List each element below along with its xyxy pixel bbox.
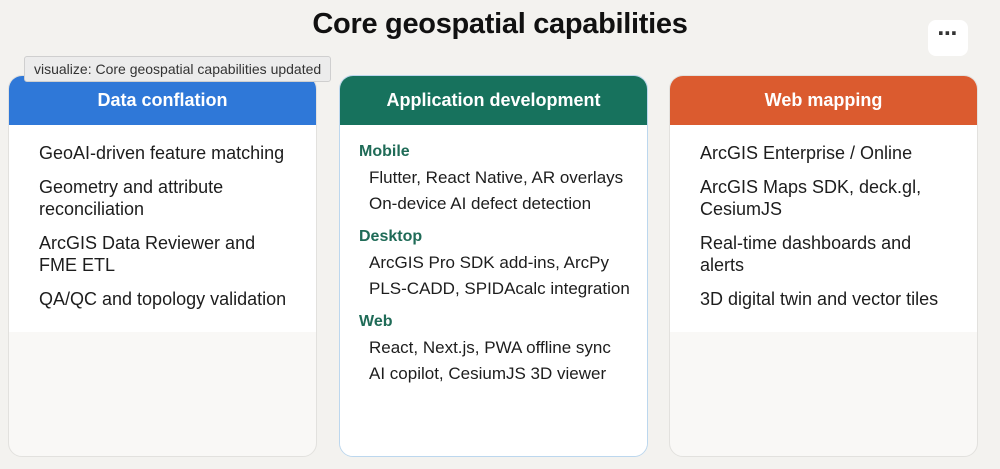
list-item: Flutter, React Native, AR overlays — [369, 168, 624, 187]
diagram-title: Core geospatial capabilities — [312, 8, 688, 40]
list-item: 3D digital twin and vector tiles — [700, 289, 939, 309]
section-label: Web — [359, 313, 393, 330]
list-item: Real-time dashboards and alerts — [700, 233, 912, 275]
section-desktop: Desktop ArcGIS Pro SDK add-ins, ArcPy PL… — [359, 228, 633, 299]
card-header: Data conflation — [9, 76, 316, 125]
section-mobile: Mobile Flutter, React Native, AR overlay… — [359, 143, 633, 214]
list-item: Geometry and attribute reconciliation — [39, 177, 224, 219]
card-body: GeoAI-driven feature matching Geometry a… — [9, 125, 316, 332]
section-label: Mobile — [359, 143, 410, 160]
card-data-conflation: Data conflation GeoAI-driven feature mat… — [8, 75, 317, 457]
section-web: Web React, Next.js, PWA offline sync AI … — [359, 313, 633, 384]
list-item: QA/QC and topology validation — [39, 289, 287, 309]
section-label: Desktop — [359, 228, 423, 245]
list-item: AI copilot, CesiumJS 3D viewer — [369, 364, 607, 383]
card-web-mapping: Web mapping ArcGIS Enterprise / Online A… — [669, 75, 978, 457]
card-application-development: Application development Mobile Flutter, … — [339, 75, 648, 457]
list-item: On-device AI defect detection — [369, 194, 592, 213]
list-item: ArcGIS Data Reviewer and FME ETL — [39, 233, 256, 275]
list-item: ArcGIS Pro SDK add-ins, ArcPy — [369, 253, 609, 272]
list-item: ArcGIS Maps SDK, deck.gl, CesiumJS — [700, 177, 922, 219]
list-item: React, Next.js, PWA offline sync — [369, 338, 611, 357]
tooltip: visualize: Core geospatial capabilities … — [24, 56, 332, 82]
card-body: Mobile Flutter, React Native, AR overlay… — [340, 125, 647, 456]
list-item: PLS-CADD, SPIDAcalc integration — [369, 279, 630, 298]
card-body: ArcGIS Enterprise / Online ArcGIS Maps S… — [670, 125, 977, 332]
more-options-button[interactable]: ⋯ — [928, 20, 968, 56]
card-header: Web mapping — [670, 76, 977, 125]
list-item: GeoAI-driven feature matching — [39, 143, 285, 163]
list-item: ArcGIS Enterprise / Online — [700, 143, 913, 163]
card-header: Application development — [340, 76, 647, 125]
